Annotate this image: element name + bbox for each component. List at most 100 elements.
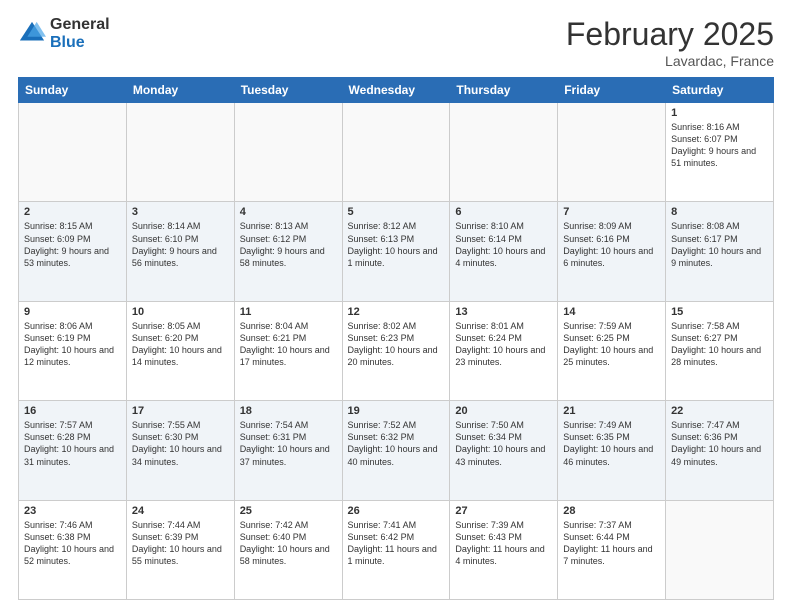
calendar-week-row: 9 Sunrise: 8:06 AM Sunset: 6:19 PM Daylig… [19,301,774,400]
day-number: 15 [671,306,768,318]
day-header-friday: Friday [558,78,666,103]
day-detail: Sunrise: 7:44 AM Sunset: 6:39 PM Dayligh… [132,519,229,568]
calendar-day-cell: 8 Sunrise: 8:08 AM Sunset: 6:17 PM Daylig… [666,202,774,301]
day-detail: Sunrise: 8:08 AM Sunset: 6:17 PM Dayligh… [671,220,768,269]
calendar-day-cell: 12 Sunrise: 8:02 AM Sunset: 6:23 PM Dayli… [342,301,450,400]
day-number: 9 [24,306,121,318]
day-number: 3 [132,206,229,218]
calendar-day-cell [666,500,774,599]
calendar-day-cell: 25 Sunrise: 7:42 AM Sunset: 6:40 PM Dayli… [234,500,342,599]
day-number: 10 [132,306,229,318]
day-detail: Sunrise: 8:14 AM Sunset: 6:10 PM Dayligh… [132,220,229,269]
calendar-day-cell: 2 Sunrise: 8:15 AM Sunset: 6:09 PM Daylig… [19,202,127,301]
logo-blue-text: Blue [50,34,110,52]
day-number: 18 [240,405,337,417]
day-number: 11 [240,306,337,318]
calendar-day-cell: 22 Sunrise: 7:47 AM Sunset: 6:36 PM Dayli… [666,401,774,500]
calendar-day-cell: 20 Sunrise: 7:50 AM Sunset: 6:34 PM Dayli… [450,401,558,500]
day-header-sunday: Sunday [19,78,127,103]
day-detail: Sunrise: 7:50 AM Sunset: 6:34 PM Dayligh… [455,419,552,468]
day-number: 20 [455,405,552,417]
calendar-day-cell: 5 Sunrise: 8:12 AM Sunset: 6:13 PM Daylig… [342,202,450,301]
day-number: 1 [671,107,768,119]
day-detail: Sunrise: 8:01 AM Sunset: 6:24 PM Dayligh… [455,320,552,369]
day-number: 17 [132,405,229,417]
calendar-day-cell: 24 Sunrise: 7:44 AM Sunset: 6:39 PM Dayli… [126,500,234,599]
day-detail: Sunrise: 7:59 AM Sunset: 6:25 PM Dayligh… [563,320,660,369]
calendar-table: SundayMondayTuesdayWednesdayThursdayFrid… [18,77,774,600]
calendar-day-cell: 15 Sunrise: 7:58 AM Sunset: 6:27 PM Dayli… [666,301,774,400]
calendar-week-row: 23Sunrise: 7:46 AM Sunset: 6:38 PM Dayli… [19,500,774,599]
day-number: 19 [348,405,445,417]
calendar-week-row: 16 Sunrise: 7:57 AM Sunset: 6:28 PM Dayli… [19,401,774,500]
calendar-day-cell: 1 Sunrise: 8:16 AM Sunset: 6:07 PM Daylig… [666,103,774,202]
calendar-day-cell: 23Sunrise: 7:46 AM Sunset: 6:38 PM Dayli… [19,500,127,599]
day-number: 16 [24,405,121,417]
day-detail: Sunrise: 8:04 AM Sunset: 6:21 PM Dayligh… [240,320,337,369]
day-detail: Sunrise: 8:16 AM Sunset: 6:07 PM Dayligh… [671,121,768,170]
calendar-day-cell: 14 Sunrise: 7:59 AM Sunset: 6:25 PM Dayli… [558,301,666,400]
day-detail: Sunrise: 7:39 AM Sunset: 6:43 PM Dayligh… [455,519,552,568]
calendar-day-cell: 11 Sunrise: 8:04 AM Sunset: 6:21 PM Dayli… [234,301,342,400]
day-header-wednesday: Wednesday [342,78,450,103]
calendar-day-cell [342,103,450,202]
day-number: 24 [132,505,229,517]
logo-general-text: General [50,16,110,34]
calendar-day-cell [234,103,342,202]
day-number: 5 [348,206,445,218]
day-detail: Sunrise: 7:37 AM Sunset: 6:44 PM Dayligh… [563,519,660,568]
day-number: 28 [563,505,660,517]
day-header-monday: Monday [126,78,234,103]
day-detail: Sunrise: 7:57 AM Sunset: 6:28 PM Dayligh… [24,419,121,468]
page: General Blue February 2025 Lavardac, Fra… [0,0,792,612]
calendar-header-row: SundayMondayTuesdayWednesdayThursdayFrid… [19,78,774,103]
day-detail: Sunrise: 8:15 AM Sunset: 6:09 PM Dayligh… [24,220,121,269]
calendar-day-cell [450,103,558,202]
day-number: 22 [671,405,768,417]
day-number: 2 [24,206,121,218]
day-number: 6 [455,206,552,218]
day-number: 26 [348,505,445,517]
day-detail: Sunrise: 8:05 AM Sunset: 6:20 PM Dayligh… [132,320,229,369]
day-detail: Sunrise: 8:12 AM Sunset: 6:13 PM Dayligh… [348,220,445,269]
day-number: 14 [563,306,660,318]
day-number: 8 [671,206,768,218]
logo: General Blue [18,16,110,51]
day-detail: Sunrise: 7:55 AM Sunset: 6:30 PM Dayligh… [132,419,229,468]
calendar-week-row: 1 Sunrise: 8:16 AM Sunset: 6:07 PM Daylig… [19,103,774,202]
calendar-week-row: 2 Sunrise: 8:15 AM Sunset: 6:09 PM Daylig… [19,202,774,301]
day-detail: Sunrise: 8:10 AM Sunset: 6:14 PM Dayligh… [455,220,552,269]
calendar-day-cell [558,103,666,202]
calendar-body: 1 Sunrise: 8:16 AM Sunset: 6:07 PM Daylig… [19,103,774,600]
day-detail: Sunrise: 7:58 AM Sunset: 6:27 PM Dayligh… [671,320,768,369]
calendar-day-cell: 6 Sunrise: 8:10 AM Sunset: 6:14 PM Daylig… [450,202,558,301]
logo-icon [18,20,46,48]
day-number: 27 [455,505,552,517]
calendar-day-cell: 4Sunrise: 8:13 AM Sunset: 6:12 PM Daylig… [234,202,342,301]
calendar-day-cell: 7Sunrise: 8:09 AM Sunset: 6:16 PM Daylig… [558,202,666,301]
month-title: February 2025 [566,16,774,53]
day-number: 21 [563,405,660,417]
day-detail: Sunrise: 7:42 AM Sunset: 6:40 PM Dayligh… [240,519,337,568]
day-detail: Sunrise: 7:49 AM Sunset: 6:35 PM Dayligh… [563,419,660,468]
day-detail: Sunrise: 7:46 AM Sunset: 6:38 PM Dayligh… [24,519,121,568]
day-header-tuesday: Tuesday [234,78,342,103]
calendar-day-cell: 19Sunrise: 7:52 AM Sunset: 6:32 PM Dayli… [342,401,450,500]
calendar-day-cell: 18Sunrise: 7:54 AM Sunset: 6:31 PM Dayli… [234,401,342,500]
day-detail: Sunrise: 7:41 AM Sunset: 6:42 PM Dayligh… [348,519,445,568]
day-number: 25 [240,505,337,517]
calendar-day-cell: 9 Sunrise: 8:06 AM Sunset: 6:19 PM Daylig… [19,301,127,400]
calendar-day-cell: 3 Sunrise: 8:14 AM Sunset: 6:10 PM Daylig… [126,202,234,301]
day-detail: Sunrise: 8:06 AM Sunset: 6:19 PM Dayligh… [24,320,121,369]
logo-text: General Blue [50,16,110,51]
day-detail: Sunrise: 8:13 AM Sunset: 6:12 PM Dayligh… [240,220,337,269]
day-header-saturday: Saturday [666,78,774,103]
location: Lavardac, France [566,53,774,69]
day-detail: Sunrise: 8:02 AM Sunset: 6:23 PM Dayligh… [348,320,445,369]
title-block: February 2025 Lavardac, France [566,16,774,69]
calendar-day-cell: 21 Sunrise: 7:49 AM Sunset: 6:35 PM Dayli… [558,401,666,500]
calendar-day-cell: 10 Sunrise: 8:05 AM Sunset: 6:20 PM Dayli… [126,301,234,400]
day-detail: Sunrise: 7:47 AM Sunset: 6:36 PM Dayligh… [671,419,768,468]
day-number: 7 [563,206,660,218]
day-number: 12 [348,306,445,318]
